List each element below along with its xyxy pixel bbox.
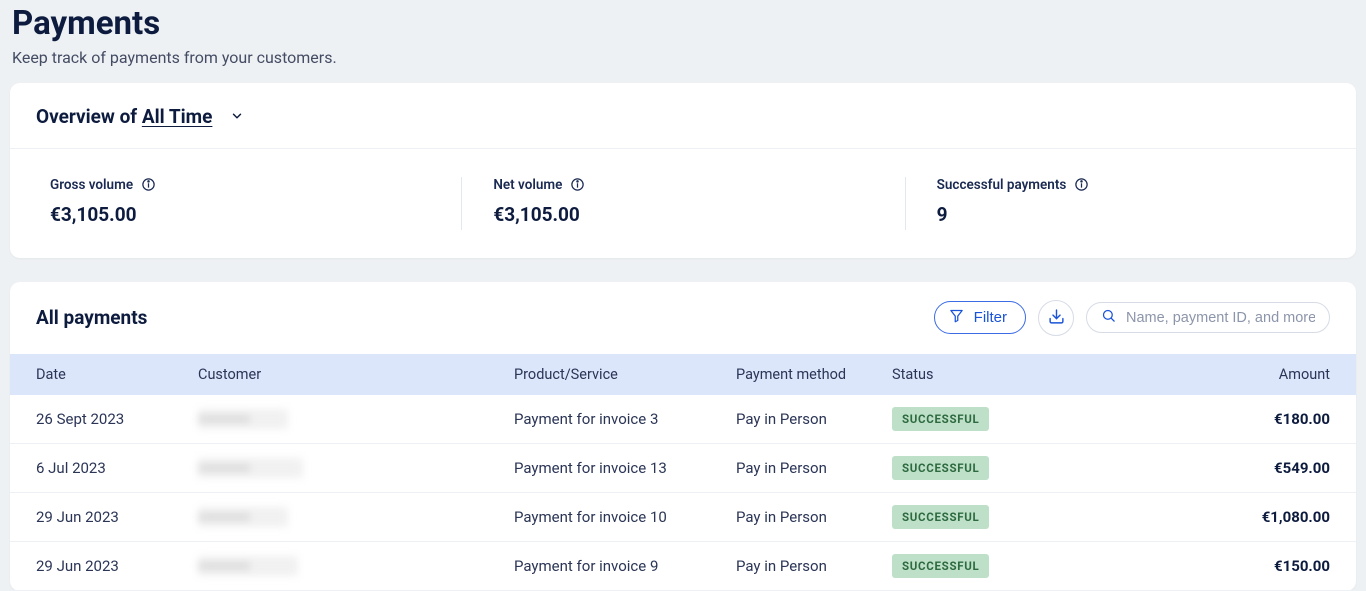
- customer-redacted: xxxxxxx: [198, 507, 288, 527]
- cell-customer: xxxxxxx: [198, 458, 514, 478]
- cell-customer: xxxxxxx: [198, 556, 514, 576]
- table-toolbar: All payments Filter: [10, 282, 1356, 354]
- customer-redacted: xxxxxxx: [198, 556, 298, 576]
- toolbar-actions: Filter: [934, 300, 1330, 336]
- table-row[interactable]: 26 Sept 2023 xxxxxxx Payment for invoice…: [10, 395, 1356, 444]
- table-row[interactable]: 29 Jun 2023 xxxxxxx Payment for invoice …: [10, 493, 1356, 542]
- table-row[interactable]: 6 Jul 2023 xxxxxxx Payment for invoice 1…: [10, 444, 1356, 493]
- status-badge: SUCCESSFUL: [892, 456, 989, 480]
- cell-product: Payment for invoice 13: [514, 459, 736, 477]
- page-subtitle: Keep track of payments from your custome…: [12, 48, 1356, 67]
- col-header-status[interactable]: Status: [892, 366, 1152, 383]
- info-icon[interactable]: [570, 177, 585, 192]
- cell-date: 29 Jun 2023: [36, 508, 198, 526]
- chevron-down-icon[interactable]: [230, 109, 244, 123]
- cell-date: 26 Sept 2023: [36, 410, 198, 428]
- customer-redacted: xxxxxxx: [198, 409, 288, 429]
- overview-period-selector[interactable]: All Time: [142, 105, 213, 128]
- metric-successful-payments: Successful payments 9: [905, 173, 1348, 234]
- download-icon: [1048, 308, 1065, 328]
- metric-label: Net volume: [493, 177, 562, 193]
- payments-table-card: All payments Filter: [10, 282, 1356, 591]
- status-badge: SUCCESSFUL: [892, 554, 989, 578]
- col-header-customer[interactable]: Customer: [198, 366, 514, 383]
- cell-method: Pay in Person: [736, 410, 892, 428]
- info-icon[interactable]: [1074, 177, 1089, 192]
- cell-method: Pay in Person: [736, 508, 892, 526]
- metric-value: €3,105.00: [50, 203, 429, 226]
- cell-customer: xxxxxxx: [198, 507, 514, 527]
- cell-amount: €1,080.00: [1152, 508, 1330, 526]
- cell-customer: xxxxxxx: [198, 409, 514, 429]
- col-header-date[interactable]: Date: [36, 366, 198, 383]
- col-header-method[interactable]: Payment method: [736, 366, 892, 383]
- cell-amount: €150.00: [1152, 557, 1330, 575]
- search-input[interactable]: [1126, 310, 1315, 326]
- metric-net-volume: Net volume €3,105.00: [461, 173, 904, 234]
- metric-value: €3,105.00: [493, 203, 872, 226]
- overview-title: Overview of All Time: [36, 105, 212, 128]
- cell-product: Payment for invoice 10: [514, 508, 736, 526]
- cell-product: Payment for invoice 9: [514, 557, 736, 575]
- metric-label: Successful payments: [937, 177, 1067, 193]
- cell-date: 29 Jun 2023: [36, 557, 198, 575]
- table-row[interactable]: 29 Jun 2023 xxxxxxx Payment for invoice …: [10, 542, 1356, 591]
- cell-status: SUCCESSFUL: [892, 554, 1152, 578]
- table-body: 26 Sept 2023 xxxxxxx Payment for invoice…: [10, 395, 1356, 591]
- cell-amount: €549.00: [1152, 459, 1330, 477]
- cell-status: SUCCESSFUL: [892, 505, 1152, 529]
- cell-method: Pay in Person: [736, 557, 892, 575]
- status-badge: SUCCESSFUL: [892, 505, 989, 529]
- cell-date: 6 Jul 2023: [36, 459, 198, 477]
- metrics-row: Gross volume €3,105.00 Net volume €3,105…: [10, 149, 1356, 258]
- metric-label: Gross volume: [50, 177, 133, 193]
- search-icon: [1101, 308, 1116, 327]
- cell-status: SUCCESSFUL: [892, 456, 1152, 480]
- search-wrapper[interactable]: [1086, 302, 1330, 333]
- page-title: Payments: [12, 4, 1356, 44]
- cell-status: SUCCESSFUL: [892, 407, 1152, 431]
- filter-icon: [949, 308, 964, 327]
- cell-method: Pay in Person: [736, 459, 892, 477]
- overview-header: Overview of All Time: [10, 83, 1356, 149]
- status-badge: SUCCESSFUL: [892, 407, 989, 431]
- cell-product: Payment for invoice 3: [514, 410, 736, 428]
- filter-label: Filter: [974, 309, 1007, 326]
- col-header-product[interactable]: Product/Service: [514, 366, 736, 383]
- info-icon[interactable]: [141, 177, 156, 192]
- download-button[interactable]: [1038, 300, 1074, 336]
- col-header-amount[interactable]: Amount: [1152, 366, 1330, 383]
- table-title: All payments: [36, 306, 147, 329]
- table-header-row: Date Customer Product/Service Payment me…: [10, 354, 1356, 395]
- overview-prefix: Overview of: [36, 105, 142, 128]
- overview-card: Overview of All Time Gross volume €3,105…: [10, 83, 1356, 258]
- cell-amount: €180.00: [1152, 410, 1330, 428]
- page-header: Payments Keep track of payments from you…: [10, 0, 1356, 83]
- metric-value: 9: [937, 203, 1316, 226]
- customer-redacted: xxxxxxx: [198, 458, 303, 478]
- metric-gross-volume: Gross volume €3,105.00: [18, 173, 461, 234]
- filter-button[interactable]: Filter: [934, 301, 1026, 334]
